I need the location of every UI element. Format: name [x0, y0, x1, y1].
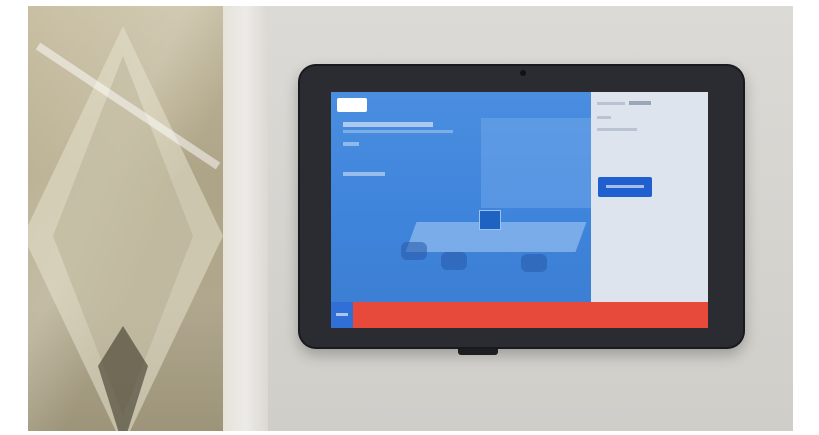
room-background — [331, 92, 591, 302]
room-status-blur — [343, 172, 385, 176]
date-blur — [597, 116, 611, 119]
status-bar — [331, 302, 708, 328]
room-window — [481, 118, 591, 208]
tablet-screen — [331, 92, 708, 328]
room-name-blur — [343, 122, 433, 127]
room-capacity-blur — [343, 142, 359, 146]
brand-logo — [337, 98, 367, 112]
wall-tablet — [298, 64, 745, 355]
book-now-label-blur — [606, 185, 644, 188]
laptop-icon — [479, 210, 501, 230]
patterned-wall-panel — [28, 6, 223, 431]
clock-blur — [629, 101, 651, 105]
book-now-button[interactable] — [598, 177, 652, 197]
booking-side-panel — [591, 92, 708, 302]
wall-divider — [223, 6, 268, 431]
camera-icon — [520, 70, 526, 76]
room-chair — [521, 254, 547, 272]
room-chair — [441, 252, 467, 270]
time-box — [331, 302, 353, 328]
clock-blur — [597, 102, 625, 105]
date-blur — [597, 128, 637, 131]
room-subtitle-blur — [343, 130, 453, 133]
wall-pattern — [28, 26, 223, 431]
tablet-mount — [458, 349, 498, 355]
time-label-blur — [336, 313, 348, 316]
photo — [28, 6, 793, 431]
room-chair — [401, 242, 427, 260]
